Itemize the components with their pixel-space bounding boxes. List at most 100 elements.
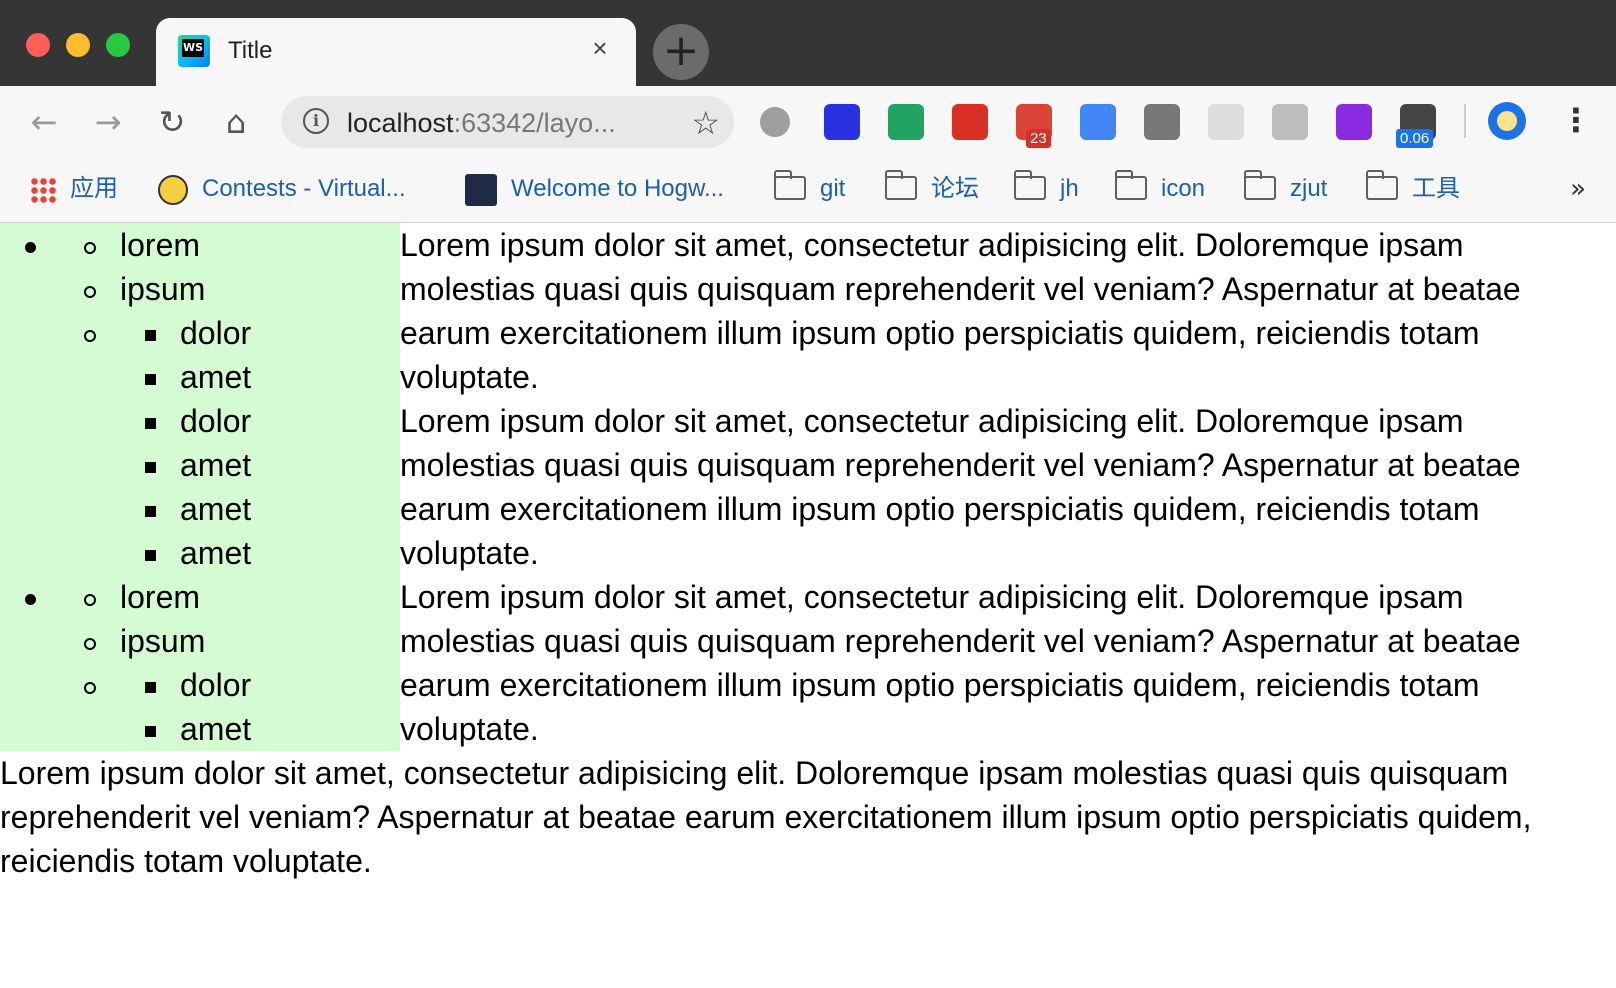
list-item-label: lorem <box>120 227 201 263</box>
bookmark-label: Welcome to Hogw... <box>511 175 724 202</box>
bookmark-item[interactable]: 应用 <box>30 170 118 208</box>
apps-grid-icon <box>30 176 56 203</box>
list-item-label: amet <box>180 711 252 747</box>
paragraph-line: molestias quasi quis quisquam reprehende… <box>400 623 1521 659</box>
square-bullet <box>138 399 162 443</box>
bookmark-item[interactable]: 论坛 <box>884 169 979 208</box>
paragraph-line: voluptate. <box>400 711 539 747</box>
list-item-label: dolor <box>180 315 252 351</box>
rp-extension-icon[interactable] <box>1336 104 1372 140</box>
feather-icon <box>465 173 497 206</box>
circle-bullet <box>78 663 102 707</box>
disc-bullet <box>18 575 42 619</box>
close-tab-icon[interactable]: × <box>584 32 616 64</box>
screenshot-extension-icon[interactable] <box>1144 104 1180 140</box>
list-item-label: amet <box>180 447 252 483</box>
maximize-window-button[interactable] <box>106 33 130 57</box>
shield-extension-icon[interactable] <box>888 104 924 140</box>
extension-badge: 0.06 <box>1396 129 1434 148</box>
target-extension-icon[interactable] <box>1272 104 1308 140</box>
new-tab-button[interactable]: + <box>653 24 709 80</box>
bookmark-item[interactable]: git <box>773 169 846 208</box>
list-item-label: ipsum <box>120 623 206 659</box>
bottom-paragraph: Lorem ipsum dolor sit amet, consectetur … <box>0 751 1616 883</box>
square-bullet <box>138 663 162 707</box>
content-row: amet voluptate. <box>0 531 1616 575</box>
bookmark-label: git <box>820 175 846 202</box>
profile-avatar[interactable] <box>1488 102 1526 140</box>
folder-icon <box>1243 169 1276 200</box>
toolbar-divider <box>1464 104 1466 138</box>
list-item-label: lorem <box>120 579 201 615</box>
content-row: lorem Lorem ipsum dolor sit amet, consect… <box>0 223 1616 267</box>
bookmark-label: Contests - Virtual... <box>202 175 406 202</box>
home-icon[interactable]: ⌂ <box>214 100 258 144</box>
gray-circle-extension-icon[interactable] <box>760 107 790 137</box>
list-item-label: dolor <box>180 403 252 439</box>
square-bullet <box>138 707 162 751</box>
back-icon[interactable]: ← <box>22 100 66 144</box>
paragraph-line: earum exercitationem illum ipsum optio p… <box>400 315 1480 351</box>
content-row: lorem Lorem ipsum dolor sit amet, consect… <box>0 575 1616 619</box>
disc-bullet <box>18 223 42 267</box>
bookmark-star-icon[interactable]: ☆ <box>691 104 720 142</box>
extension-badge: 23 <box>1026 129 1051 148</box>
square-bullet <box>138 443 162 487</box>
paragraph-line: voluptate. <box>400 359 539 395</box>
folder-icon <box>884 169 917 200</box>
bookmark-item[interactable]: 工具 <box>1365 169 1460 208</box>
bookmark-item[interactable]: jh <box>1013 169 1079 208</box>
user-extension-icon[interactable]: 0.06 <box>1396 104 1436 148</box>
circle-bullet <box>78 619 102 663</box>
address-path: :63342/layo... <box>453 108 616 138</box>
red-s-extension-icon[interactable] <box>952 104 988 140</box>
content-row: dolor earum exercitationem illum ipsum op… <box>0 663 1616 707</box>
bookmark-label: jh <box>1060 175 1079 202</box>
mail-extension-icon[interactable]: 23 <box>1016 104 1052 148</box>
bookmark-item[interactable]: Welcome to Hogw... <box>465 170 724 208</box>
list-item-label: ipsum <box>120 271 206 307</box>
paragraph-line: reiciendis totam voluptate. <box>0 843 372 879</box>
bookmarks-bar: 应用 Contests - Virtual... Welcome to Hogw..… <box>0 158 1616 223</box>
paragraph-line: earum exercitationem illum ipsum optio p… <box>400 667 1480 703</box>
list-item-label: amet <box>180 491 252 527</box>
tab-title: Title <box>228 37 273 64</box>
paragraph-line: Lorem ipsum dolor sit amet, consectetur … <box>0 755 1509 791</box>
address-bar[interactable]: i localhost:63342/layo... ☆ <box>281 96 734 148</box>
list-item-label: amet <box>180 535 252 571</box>
bookmark-label: zjut <box>1290 175 1328 202</box>
browser-tab[interactable]: WS Title × <box>156 18 636 86</box>
bookmark-label: 工具 <box>1412 175 1460 202</box>
content-row: dolor Lorem ipsum dolor sit amet, consect… <box>0 399 1616 443</box>
browser-toolbar: ← → ↻ ⌂ i localhost:63342/layo... ☆ 23 0.… <box>0 86 1616 158</box>
close-window-button[interactable] <box>26 33 50 57</box>
minimize-window-button[interactable] <box>66 33 90 57</box>
bookmark-item[interactable]: Contests - Virtual... <box>158 170 406 208</box>
folder-icon <box>1114 169 1147 200</box>
translate-extension-icon[interactable] <box>1080 104 1116 140</box>
bookmark-item[interactable]: zjut <box>1243 169 1328 208</box>
circle-bullet <box>78 575 102 619</box>
bookmark-label: 应用 <box>70 175 118 202</box>
square-bullet <box>138 311 162 355</box>
info-icon[interactable]: i <box>303 108 329 134</box>
favicon-text: WS <box>182 39 204 57</box>
folder-icon <box>1365 169 1398 200</box>
forward-icon[interactable]: → <box>86 100 130 144</box>
webstorm-icon: WS <box>178 35 210 67</box>
bookmarks-overflow-icon[interactable]: » <box>1570 170 1586 208</box>
list-item-label: amet <box>180 359 252 395</box>
menu-icon[interactable]: ⋮ <box>1560 100 1592 140</box>
content-row: dolor earum exercitationem illum ipsum op… <box>0 311 1616 355</box>
content-row: ipsum molestias quasi quis quisquam repre… <box>0 267 1616 311</box>
circle-bullet <box>78 223 102 267</box>
react-extension-icon[interactable] <box>1208 104 1244 140</box>
paragraph-line: molestias quasi quis quisquam reprehende… <box>400 271 1521 307</box>
bookmark-item[interactable]: icon <box>1114 169 1205 208</box>
content-row: amet earum exercitationem illum ipsum opt… <box>0 487 1616 531</box>
content-row: ipsum molestias quasi quis quisquam repre… <box>0 619 1616 663</box>
reload-icon[interactable]: ↻ <box>150 100 194 144</box>
paw-extension-icon[interactable] <box>824 104 860 140</box>
circle-bullet <box>78 267 102 311</box>
address-text[interactable]: localhost:63342/layo... <box>347 108 616 139</box>
